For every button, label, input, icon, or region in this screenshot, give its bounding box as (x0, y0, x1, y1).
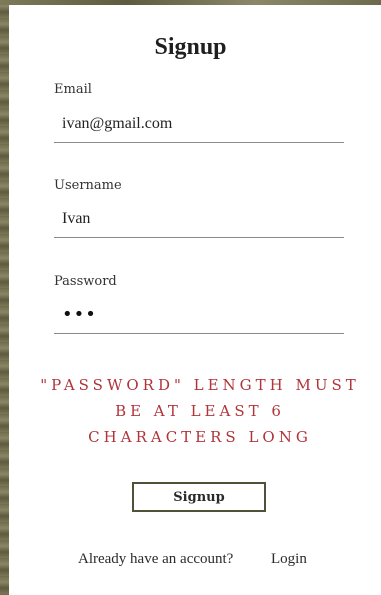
login-link[interactable]: Login (271, 551, 307, 568)
username-underline (54, 237, 344, 238)
password-field[interactable]: ••• (62, 306, 97, 324)
page-title: Signup (154, 34, 227, 60)
email-label: Email (54, 82, 92, 97)
username-label: Username (54, 178, 122, 193)
username-field[interactable]: Ivan (62, 210, 90, 228)
email-field[interactable]: ivan@gmail.com (62, 115, 172, 133)
error-message: "Password" length must be at least 6 cha… (40, 376, 360, 446)
login-prompt: Already have an account? (78, 551, 234, 567)
password-underline (54, 333, 344, 334)
password-label: Password (54, 274, 117, 289)
signup-button[interactable]: Signup (132, 482, 266, 512)
email-underline (54, 142, 344, 143)
background-texture-left (0, 0, 9, 595)
